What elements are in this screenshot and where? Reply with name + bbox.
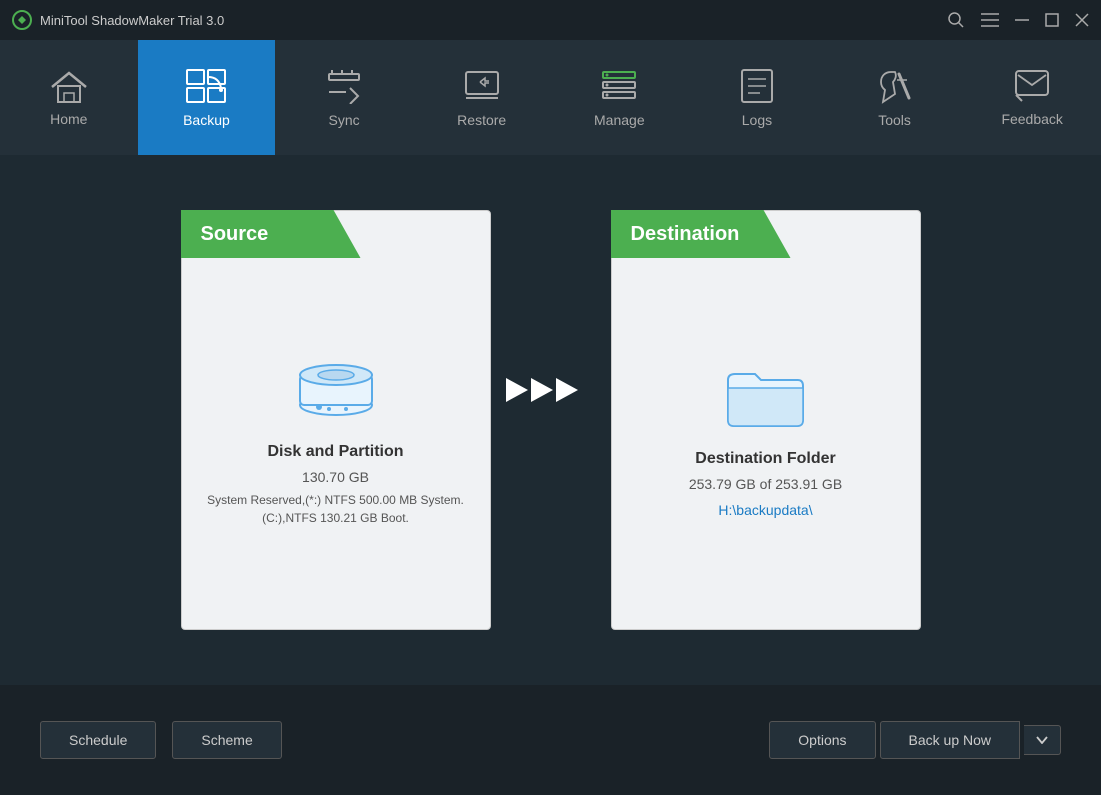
options-button[interactable]: Options xyxy=(769,721,875,759)
titlebar: MiniTool ShadowMaker Trial 3.0 xyxy=(0,0,1101,40)
tools-label: Tools xyxy=(878,112,911,128)
nav-item-logs[interactable]: Logs xyxy=(688,40,826,155)
destination-card-title: Destination Folder xyxy=(695,450,835,468)
destination-card-header: Destination xyxy=(611,210,920,258)
folder-icon xyxy=(723,362,808,430)
maximize-icon[interactable] xyxy=(1045,13,1059,27)
nav-item-manage[interactable]: Manage xyxy=(551,40,689,155)
scheme-button[interactable]: Scheme xyxy=(172,721,281,759)
home-icon xyxy=(50,69,88,103)
feedback-label: Feedback xyxy=(1001,111,1062,127)
minimize-icon[interactable] xyxy=(1015,19,1029,21)
navbar: Home Backup Sync xyxy=(0,40,1101,155)
manage-label: Manage xyxy=(594,112,645,128)
source-card-detail: System Reserved,(*:) NTFS 500.00 MB Syst… xyxy=(207,491,464,527)
nav-item-home[interactable]: Home xyxy=(0,40,138,155)
source-card[interactable]: Source Disk and Partition xyxy=(181,210,491,630)
source-card-size: 130.70 GB xyxy=(302,469,369,485)
manage-icon xyxy=(601,68,637,104)
nav-item-feedback[interactable]: Feedback xyxy=(963,40,1101,155)
source-card-header: Source xyxy=(181,210,490,258)
source-icon-area xyxy=(291,353,381,423)
nav-item-sync[interactable]: Sync xyxy=(275,40,413,155)
destination-card-wrapper: Destination Destination Folder 253.79 GB… xyxy=(611,210,921,630)
app-title: MiniTool ShadowMaker Trial 3.0 xyxy=(40,13,224,28)
titlebar-controls xyxy=(947,11,1089,29)
source-header-label: Source xyxy=(201,223,269,246)
nav-item-restore[interactable]: Restore xyxy=(413,40,551,155)
bottom-bar: Schedule Scheme Options Back up Now xyxy=(0,685,1101,795)
logs-label: Logs xyxy=(742,112,772,128)
disk-icon xyxy=(291,353,381,423)
search-icon[interactable] xyxy=(947,11,965,29)
app-logo-icon xyxy=(12,10,32,30)
backup-now-dropdown-button[interactable] xyxy=(1024,725,1061,755)
restore-icon xyxy=(463,68,501,104)
forward-arrow-icon xyxy=(506,370,596,410)
schedule-button[interactable]: Schedule xyxy=(40,721,156,759)
nav-item-backup[interactable]: Backup xyxy=(138,40,276,155)
source-card-content: Disk and Partition 130.70 GB System Rese… xyxy=(187,251,484,629)
home-label: Home xyxy=(50,111,87,127)
backup-now-button[interactable]: Back up Now xyxy=(880,721,1020,759)
backup-label: Backup xyxy=(183,112,230,128)
destination-card-size: 253.79 GB of 253.91 GB xyxy=(689,476,842,492)
arrow-section xyxy=(491,370,611,470)
nav-item-tools[interactable]: Tools xyxy=(826,40,964,155)
restore-label: Restore xyxy=(457,112,506,128)
source-header-bg: Source xyxy=(181,210,361,258)
destination-card-content: Destination Folder 253.79 GB of 253.91 G… xyxy=(669,251,862,629)
sync-icon xyxy=(326,68,362,104)
destination-header-bg: Destination xyxy=(611,210,791,258)
source-card-wrapper: Source Disk and Partition xyxy=(181,210,491,630)
destination-header-label: Destination xyxy=(631,223,740,246)
titlebar-left: MiniTool ShadowMaker Trial 3.0 xyxy=(12,10,224,30)
logs-icon xyxy=(740,68,774,104)
bottom-right-buttons: Options Back up Now xyxy=(769,721,1061,759)
menu-icon[interactable] xyxy=(981,13,999,27)
destination-card-path: H:\backupdata\ xyxy=(718,502,812,518)
sync-label: Sync xyxy=(329,112,360,128)
bottom-left-buttons: Schedule Scheme xyxy=(40,721,282,759)
chevron-down-icon xyxy=(1036,736,1048,744)
close-icon[interactable] xyxy=(1075,13,1089,27)
backup-icon xyxy=(185,68,227,104)
destination-card[interactable]: Destination Destination Folder 253.79 GB… xyxy=(611,210,921,630)
source-card-title: Disk and Partition xyxy=(267,443,403,461)
tools-icon xyxy=(877,68,913,104)
main-content: Source Disk and Partition xyxy=(0,155,1101,685)
destination-icon-area xyxy=(723,362,808,430)
feedback-icon xyxy=(1014,69,1050,103)
